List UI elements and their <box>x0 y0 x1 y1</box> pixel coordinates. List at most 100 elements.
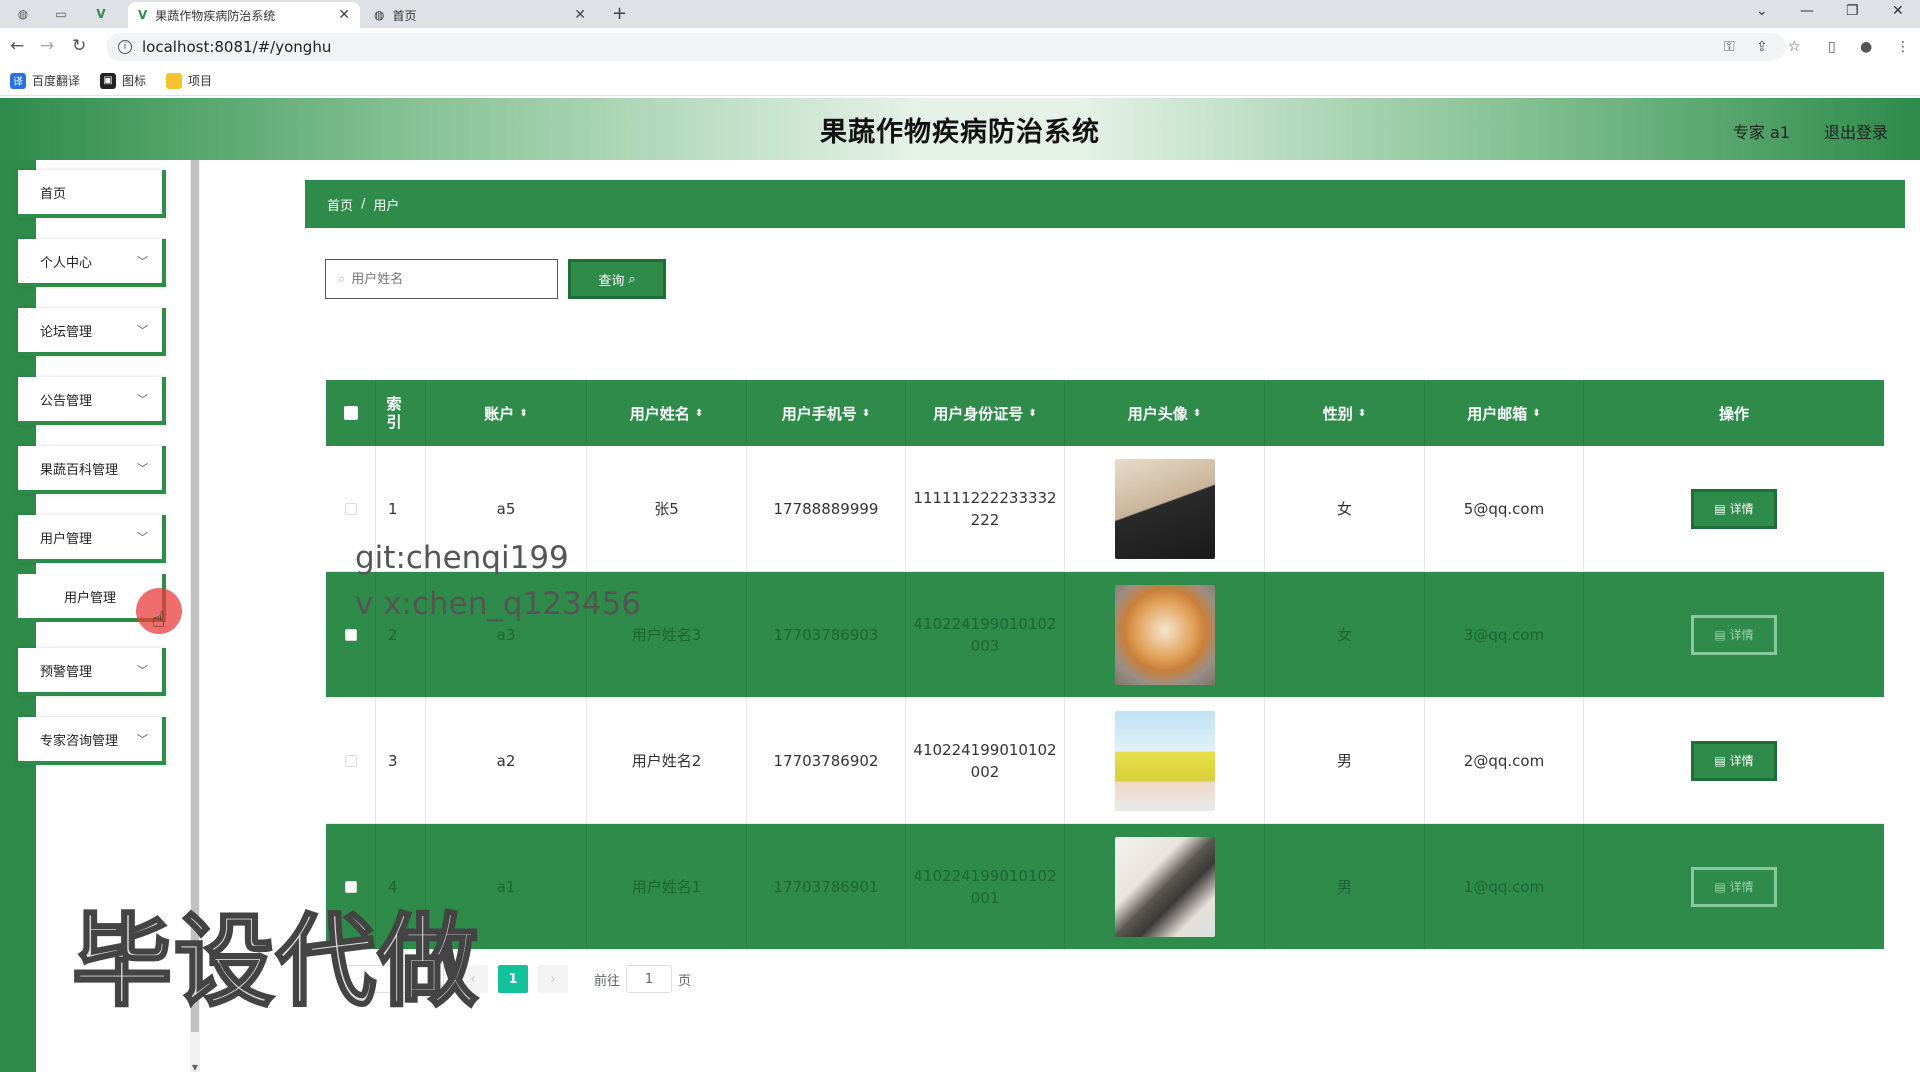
sort-icon[interactable]: ⬍ <box>519 408 527 419</box>
search-field[interactable]: ⌕ <box>325 259 558 299</box>
search-icon: ⌕ <box>628 271 636 287</box>
avatar-image[interactable] <box>1114 836 1215 937</box>
sort-icon[interactable]: ⬍ <box>862 408 870 419</box>
sort-icon[interactable]: ⬍ <box>1532 408 1540 419</box>
breadcrumb-home[interactable]: 首页 <box>327 195 353 214</box>
bookmarks-bar: 译 百度翻译 ▣ 图标 项目 <box>0 66 1920 96</box>
tab-active[interactable]: V 果蔬作物疾病防治系统 ✕ <box>128 2 360 28</box>
bookmark-label: 图标 <box>122 74 147 88</box>
url-text: localhost:8081/#/yonghu <box>142 38 332 56</box>
avatar-image[interactable] <box>1114 710 1215 811</box>
close-icon[interactable]: ✕ <box>574 7 586 23</box>
forward-icon[interactable]: → <box>40 36 54 56</box>
column-header[interactable]: 账户 ⬍ <box>426 380 587 446</box>
sidebar-item-users[interactable]: 用户管理 ﹀ <box>18 515 166 563</box>
detail-button[interactable]: ▤ 详情 <box>1691 866 1777 907</box>
key-icon[interactable]: ⚿ <box>1724 39 1735 55</box>
avatar-cell <box>1065 446 1265 571</box>
app-header: 果蔬作物疾病防治系统 专家 a1 退出登录 <box>0 98 1920 160</box>
detail-button[interactable]: ▤ 详情 <box>1691 740 1777 781</box>
idcard-cell: 410224199010102002 <box>906 698 1065 823</box>
column-header-label: 用户姓名 <box>629 404 690 423</box>
column-header[interactable]: 用户姓名 ⬍ <box>587 380 747 446</box>
avatar-image[interactable] <box>1114 584 1215 685</box>
sort-icon[interactable]: ⬍ <box>1358 408 1366 419</box>
sort-icon[interactable]: ⬍ <box>695 408 703 419</box>
detail-button[interactable]: ▤ 详情 <box>1691 488 1777 529</box>
sidebar-item-forum[interactable]: 论坛管理 ﹀ <box>18 308 166 356</box>
sidebar-item-consult[interactable]: 专家咨询管理 ﹀ <box>18 717 166 765</box>
restore-icon[interactable]: ❐ <box>1846 3 1859 19</box>
gender-cell: 男 <box>1265 824 1425 949</box>
column-header-label: 账户 <box>484 404 515 423</box>
column-header-label: 用户身份证号 <box>933 404 1024 423</box>
row-checkbox[interactable] <box>344 628 357 641</box>
folder-icon <box>166 72 183 89</box>
sidebar-item-encyclopedia[interactable]: 果蔬百科管理 ﹀ <box>18 446 166 494</box>
sidebar-item-home[interactable]: 首页 <box>18 170 166 218</box>
browser-tab-bar: ◍ ▭ V V 果蔬作物疾病防治系统 ✕ ◍ 首页 ✕ + ⌄ — ❐ ✕ <box>0 0 1920 28</box>
close-icon[interactable]: ✕ <box>338 7 350 23</box>
new-tab-button[interactable]: + <box>612 3 627 24</box>
select-all-checkbox[interactable] <box>343 406 358 420</box>
phone-cell: 17703786901 <box>747 824 906 949</box>
sidebar-item-personal[interactable]: 个人中心 ﹀ <box>18 239 166 287</box>
goto-page-input[interactable]: 1 <box>626 965 673 993</box>
sort-icon[interactable]: ⬍ <box>1028 408 1036 419</box>
blank-tab-icon[interactable]: ▭ <box>48 3 74 25</box>
url-field[interactable]: i localhost:8081/#/yonghu <box>106 33 1786 61</box>
goto-label: 前往 <box>594 973 621 989</box>
tab-title: 首页 <box>392 8 417 23</box>
document-icon: ▤ <box>1714 501 1726 516</box>
document-icon: ▤ <box>1714 627 1726 642</box>
logout-link[interactable]: 退出登录 <box>1824 119 1888 143</box>
bookmark-item[interactable]: 译 百度翻译 <box>10 72 80 89</box>
column-header: 索引 <box>376 380 426 446</box>
sidebar-item-warning[interactable]: 预警管理 ﹀ <box>18 648 166 696</box>
email-cell: 1@qq.com <box>1425 824 1584 949</box>
scroll-down-icon[interactable]: ▼ <box>190 1063 200 1072</box>
gender-cell: 女 <box>1265 572 1425 697</box>
column-header[interactable]: 用户手机号 ⬍ <box>747 380 906 446</box>
name-cell: 用户姓名2 <box>587 698 747 823</box>
chevron-down-icon: ﹀ <box>137 664 148 677</box>
phone-cell: 17703786902 <box>747 698 906 823</box>
detail-button[interactable]: ▤ 详情 <box>1691 614 1777 655</box>
column-header-label: 用户手机号 <box>781 404 857 423</box>
search-button[interactable]: 查询 ⌕ <box>568 259 666 299</box>
page-number[interactable]: 1 <box>498 965 528 993</box>
sidebar-item-label: 果蔬百科管理 <box>40 462 119 478</box>
bookmark-item[interactable]: ▣ 图标 <box>100 72 146 89</box>
row-checkbox[interactable] <box>344 754 357 767</box>
back-icon[interactable]: ← <box>10 36 24 56</box>
tab-search-icon[interactable]: ⌄ <box>1756 3 1768 19</box>
share-icon[interactable]: ⇪ <box>1756 39 1768 55</box>
watermark-text: git:chenqi199 <box>355 540 569 576</box>
profile-icon[interactable]: ● <box>1860 39 1872 55</box>
avatar-image[interactable] <box>1114 458 1215 559</box>
column-header[interactable]: 用户身份证号 ⬍ <box>906 380 1065 446</box>
next-page-icon[interactable]: › <box>538 965 568 993</box>
sidepanel-icon[interactable]: ▯ <box>1828 39 1836 55</box>
column-header[interactable]: 用户邮箱 ⬍ <box>1425 380 1584 446</box>
reload-icon[interactable]: ↻ <box>72 36 86 56</box>
tab-home[interactable]: ◍ 首页 ✕ <box>364 2 596 28</box>
menu-dots-icon[interactable]: ⋮ <box>1896 39 1910 55</box>
idcard-cell: 111111222233332222 <box>906 446 1065 571</box>
globe-icon[interactable]: ◍ <box>10 3 36 25</box>
globe-icon: ◍ <box>374 8 385 22</box>
sidebar-item-notice[interactable]: 公告管理 ﹀ <box>18 377 166 425</box>
sort-icon[interactable]: ⬍ <box>1193 408 1201 419</box>
close-window-icon[interactable]: ✕ <box>1892 3 1904 19</box>
row-checkbox[interactable] <box>344 502 357 515</box>
bookmark-item[interactable]: 项目 <box>166 72 212 89</box>
column-header[interactable]: 性别 ⬍ <box>1265 380 1425 446</box>
minimize-icon[interactable]: — <box>1800 3 1814 19</box>
info-icon[interactable]: i <box>118 40 132 54</box>
search-input[interactable] <box>351 271 532 287</box>
select-all-cell <box>326 380 376 446</box>
vue-logo-icon[interactable]: V <box>88 3 114 25</box>
watermark-text: v x:chen_q123456 <box>355 586 641 622</box>
star-icon[interactable]: ☆ <box>1788 39 1801 55</box>
column-header[interactable]: 用户头像 ⬍ <box>1065 380 1265 446</box>
